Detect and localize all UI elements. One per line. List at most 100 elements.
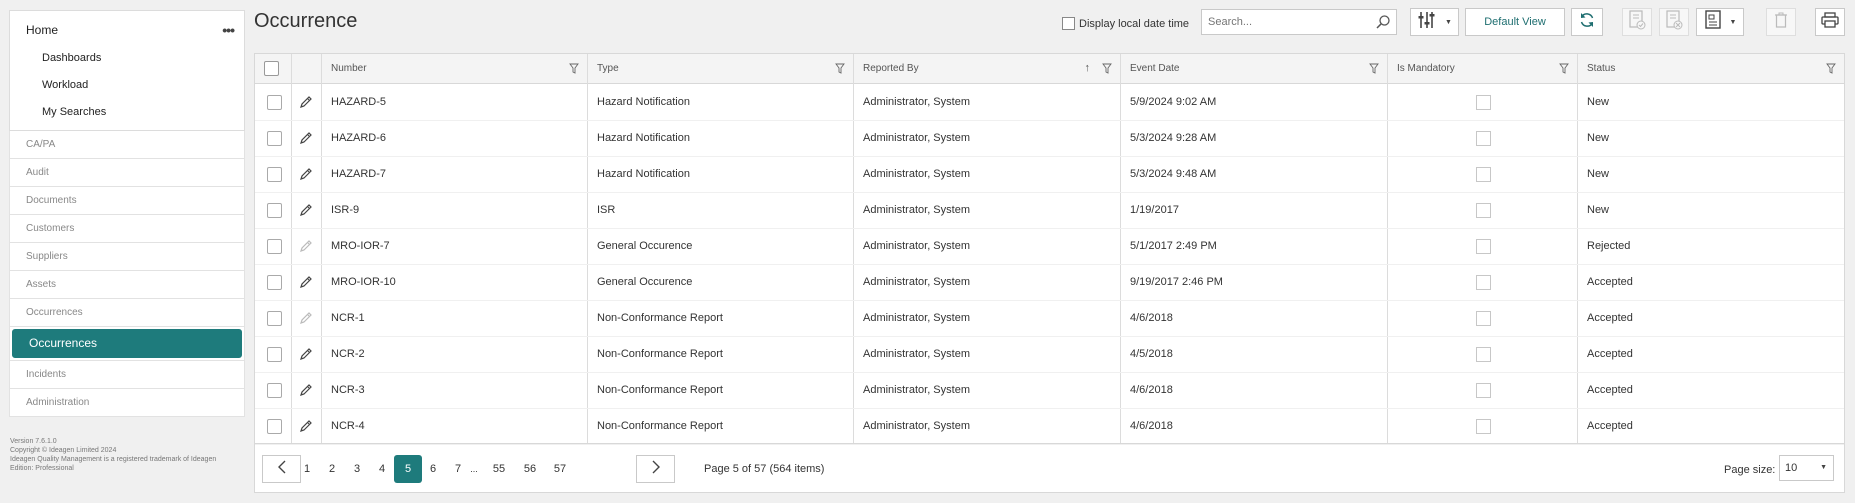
edit-pencil-icon[interactable]: [299, 383, 313, 402]
filter-icon[interactable]: [1826, 63, 1836, 77]
cell-reported-by: Administrator, System: [863, 168, 970, 180]
cell-type: ISR: [597, 204, 616, 216]
edit-pencil-icon[interactable]: [299, 203, 313, 222]
sidebar-item-administration[interactable]: Administration: [9, 389, 245, 417]
edit-pencil-icon[interactable]: [299, 275, 313, 294]
page-number[interactable]: 2: [318, 455, 346, 483]
row-checkbox[interactable]: [267, 131, 282, 146]
approve-document-button[interactable]: [1622, 8, 1652, 36]
print-button[interactable]: [1815, 8, 1845, 36]
sidebar-item-workload[interactable]: Workload: [10, 72, 244, 99]
sidebar-item-incidents[interactable]: Incidents: [9, 361, 245, 389]
sidebar-item-assets[interactable]: Assets: [9, 271, 245, 299]
cell-number[interactable]: NCR-3: [322, 372, 588, 408]
cell-number[interactable]: ISR-9: [322, 192, 588, 228]
filter-icon[interactable]: [569, 63, 579, 77]
next-page-button[interactable]: [636, 455, 675, 483]
sidebar-item-audit[interactable]: Audit: [9, 159, 245, 187]
column-header-number[interactable]: Number: [322, 54, 588, 83]
table-row[interactable]: MRO-IOR-10 General Occurence Administrator…: [255, 264, 1844, 301]
local-datetime-toggle[interactable]: Display local date time: [1062, 17, 1189, 30]
table-row[interactable]: ISR-9 ISR Administrator, System 1/19/2017 Ne…: [255, 192, 1844, 229]
cell-number[interactable]: NCR-2: [322, 336, 588, 372]
reject-document-button[interactable]: [1659, 8, 1689, 36]
more-options-icon[interactable]: •••: [222, 22, 235, 38]
row-checkbox[interactable]: [267, 419, 282, 434]
sidebar-item-occurrences[interactable]: Occurrences: [12, 329, 242, 358]
column-header-reported-by[interactable]: Reported By ↑: [854, 54, 1121, 83]
column-header-event-date[interactable]: Event Date: [1121, 54, 1388, 83]
sort-ascending-icon[interactable]: ↑: [1085, 62, 1091, 74]
sidebar-item-my-searches[interactable]: My Searches: [10, 99, 244, 126]
cell-number[interactable]: HAZARD-6: [322, 120, 588, 156]
row-checkbox[interactable]: [267, 347, 282, 362]
table-row[interactable]: MRO-IOR-7 General Occurence Administrator,…: [255, 228, 1844, 265]
column-chooser-button[interactable]: ▼: [1410, 8, 1459, 36]
cell-number[interactable]: NCR-1: [322, 300, 588, 336]
filter-icon[interactable]: [1369, 63, 1379, 77]
cell-number[interactable]: MRO-IOR-7: [322, 228, 588, 264]
table-row[interactable]: HAZARD-6 Hazard Notification Administrator…: [255, 120, 1844, 157]
cell-status: Rejected: [1587, 240, 1631, 252]
page-number[interactable]: 57: [546, 455, 574, 483]
version-line: Version 7.6.1.0: [10, 438, 57, 445]
page-number[interactable]: 4: [368, 455, 396, 483]
row-checkbox[interactable]: [267, 275, 282, 290]
sidebar-item-suppliers[interactable]: Suppliers: [9, 243, 245, 271]
column-header-type[interactable]: Type: [588, 54, 854, 83]
row-checkbox[interactable]: [267, 383, 282, 398]
edit-pencil-icon[interactable]: [299, 95, 313, 114]
cell-event-date: 5/9/2024 9:02 AM: [1130, 96, 1217, 108]
table-row[interactable]: NCR-4 Non-Conformance Report Administrator…: [255, 408, 1844, 445]
local-datetime-checkbox[interactable]: [1062, 17, 1075, 30]
document-cancel-icon: [1665, 9, 1683, 35]
cell-number[interactable]: MRO-IOR-10: [322, 264, 588, 300]
home-label[interactable]: Home: [26, 23, 58, 37]
row-checkbox[interactable]: [267, 167, 282, 182]
default-view-button[interactable]: Default View: [1465, 8, 1565, 36]
row-checkbox[interactable]: [267, 95, 282, 110]
page-number[interactable]: 1: [293, 455, 321, 483]
select-all-checkbox[interactable]: [264, 61, 279, 76]
page-number[interactable]: 55: [485, 455, 513, 483]
cell-number[interactable]: HAZARD-5: [322, 84, 588, 120]
table-row[interactable]: NCR-1 Non-Conformance Report Administrator…: [255, 300, 1844, 337]
filter-icon[interactable]: [1559, 63, 1569, 77]
refresh-button[interactable]: [1571, 8, 1603, 36]
edit-pencil-icon[interactable]: [299, 419, 313, 438]
column-header-status[interactable]: Status: [1578, 54, 1844, 83]
delete-button[interactable]: [1766, 8, 1796, 36]
page-number[interactable]: 6: [419, 455, 447, 483]
row-checkbox[interactable]: [267, 311, 282, 326]
edit-pencil-icon[interactable]: [299, 239, 313, 258]
edit-pencil-icon[interactable]: [299, 167, 313, 186]
sidebar-item-capa[interactable]: CA/PA: [9, 131, 245, 159]
table-row[interactable]: NCR-2 Non-Conformance Report Administrator…: [255, 336, 1844, 373]
sidebar-item-customers[interactable]: Customers: [9, 215, 245, 243]
edit-pencil-icon[interactable]: [299, 131, 313, 150]
row-checkbox[interactable]: [267, 239, 282, 254]
report-menu-button[interactable]: ▼: [1696, 8, 1744, 36]
page-number[interactable]: 3: [343, 455, 371, 483]
edit-pencil-icon[interactable]: [299, 311, 313, 330]
cell-number[interactable]: NCR-4: [322, 408, 588, 444]
table-row[interactable]: NCR-3 Non-Conformance Report Administrator…: [255, 372, 1844, 409]
search-box[interactable]: [1201, 9, 1397, 35]
filter-icon[interactable]: [835, 63, 845, 77]
page-number[interactable]: 56: [516, 455, 544, 483]
sidebar-item-dashboards[interactable]: Dashboards: [10, 45, 244, 72]
row-checkbox[interactable]: [267, 203, 282, 218]
cell-number[interactable]: HAZARD-7: [322, 156, 588, 192]
edit-pencil-icon[interactable]: [299, 347, 313, 366]
sidebar-item-documents[interactable]: Documents: [9, 187, 245, 215]
table-row[interactable]: HAZARD-5 Hazard Notification Administrator…: [255, 84, 1844, 121]
sidebar-item-occurrences-group[interactable]: Occurrences: [9, 299, 245, 327]
page-number-current[interactable]: 5: [394, 455, 422, 483]
home-row[interactable]: Home •••: [10, 15, 244, 45]
page-size-select[interactable]: 10 ▼: [1779, 455, 1834, 481]
search-icon[interactable]: [1375, 14, 1391, 35]
search-input[interactable]: [1202, 10, 1384, 34]
filter-icon[interactable]: [1102, 63, 1112, 77]
table-row[interactable]: HAZARD-7 Hazard Notification Administrator…: [255, 156, 1844, 193]
column-header-is-mandatory[interactable]: Is Mandatory: [1388, 54, 1578, 83]
